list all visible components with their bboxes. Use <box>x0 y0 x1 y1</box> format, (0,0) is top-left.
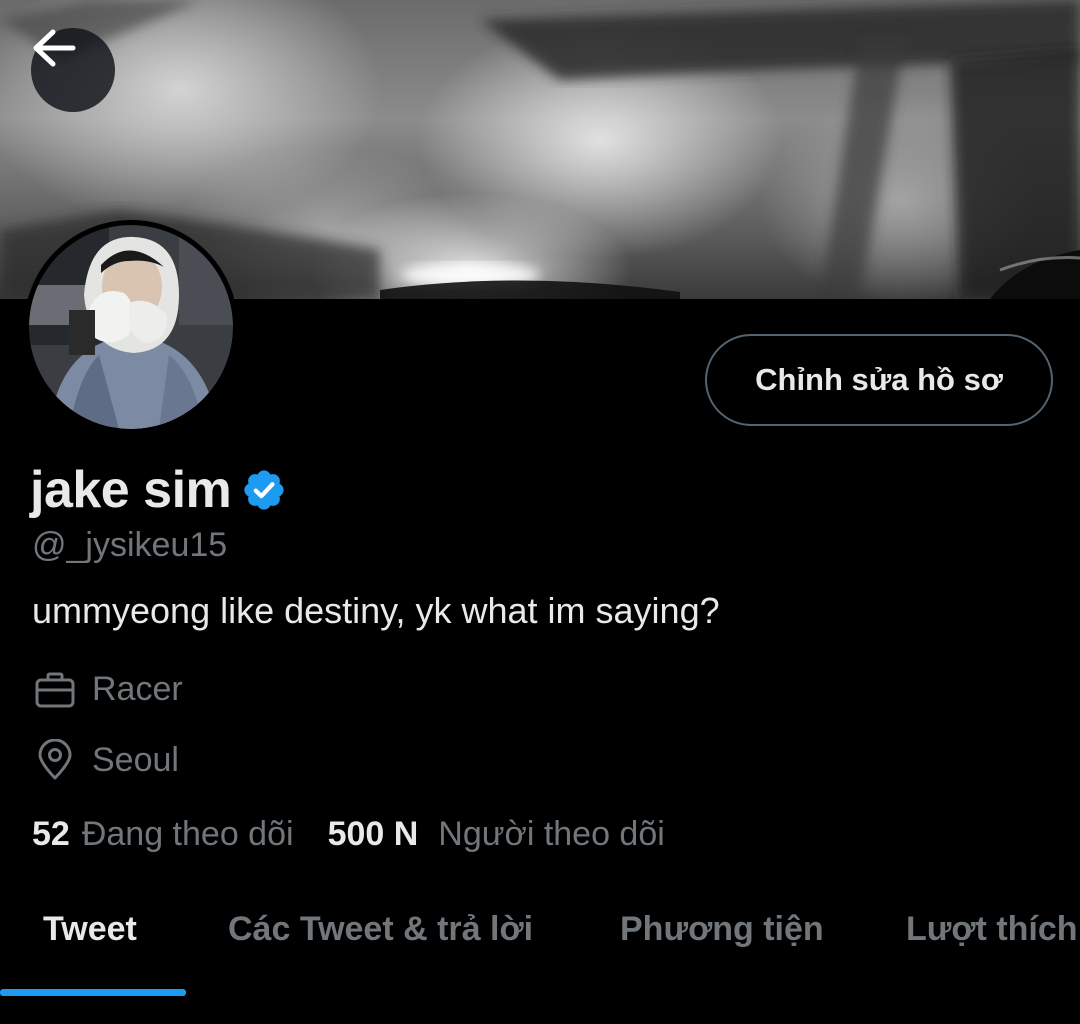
avatar[interactable] <box>24 220 238 434</box>
follow-stats: 52 Đang theo dõi 500 N Người theo dõi <box>32 815 665 854</box>
active-tab-indicator <box>0 989 186 996</box>
profile-location: Seoul <box>34 739 179 781</box>
tab-likes[interactable]: Lượt thích <box>906 910 1078 949</box>
tab-tweets[interactable]: Tweet <box>43 910 137 949</box>
location-pin-icon <box>38 739 72 780</box>
following-count: 52 <box>32 815 70 853</box>
following-link[interactable]: 52 Đang theo dõi <box>32 815 294 854</box>
following-label: Đang theo dõi <box>81 815 294 853</box>
back-button[interactable] <box>31 28 115 112</box>
display-name: jake sim <box>30 461 232 519</box>
tab-tweets-replies[interactable]: Các Tweet & trả lời <box>228 910 533 949</box>
job-text: Racer <box>92 670 183 708</box>
edit-profile-button[interactable]: Chỉnh sửa hồ sơ <box>705 334 1053 426</box>
location-text: Seoul <box>92 740 179 779</box>
name-row: jake sim <box>30 458 287 522</box>
briefcase-icon <box>35 672 75 707</box>
bio: ummyeong like destiny, yk what im saying… <box>32 590 720 631</box>
avatar-image <box>29 225 233 429</box>
verified-badge-icon[interactable] <box>241 467 287 513</box>
profile-tabs: Tweet Các Tweet & trả lời Phương tiện Lư… <box>0 880 1080 1000</box>
arrow-left-icon <box>33 29 76 67</box>
profile-job: Racer <box>34 670 183 709</box>
followers-label: Người theo dõi <box>438 815 665 853</box>
followers-link[interactable]: 500 N Người theo dõi <box>328 815 665 854</box>
handle: @_jysikeu15 <box>32 526 228 564</box>
followers-count: 500 N <box>327 815 419 853</box>
tab-media[interactable]: Phương tiện <box>620 910 824 949</box>
